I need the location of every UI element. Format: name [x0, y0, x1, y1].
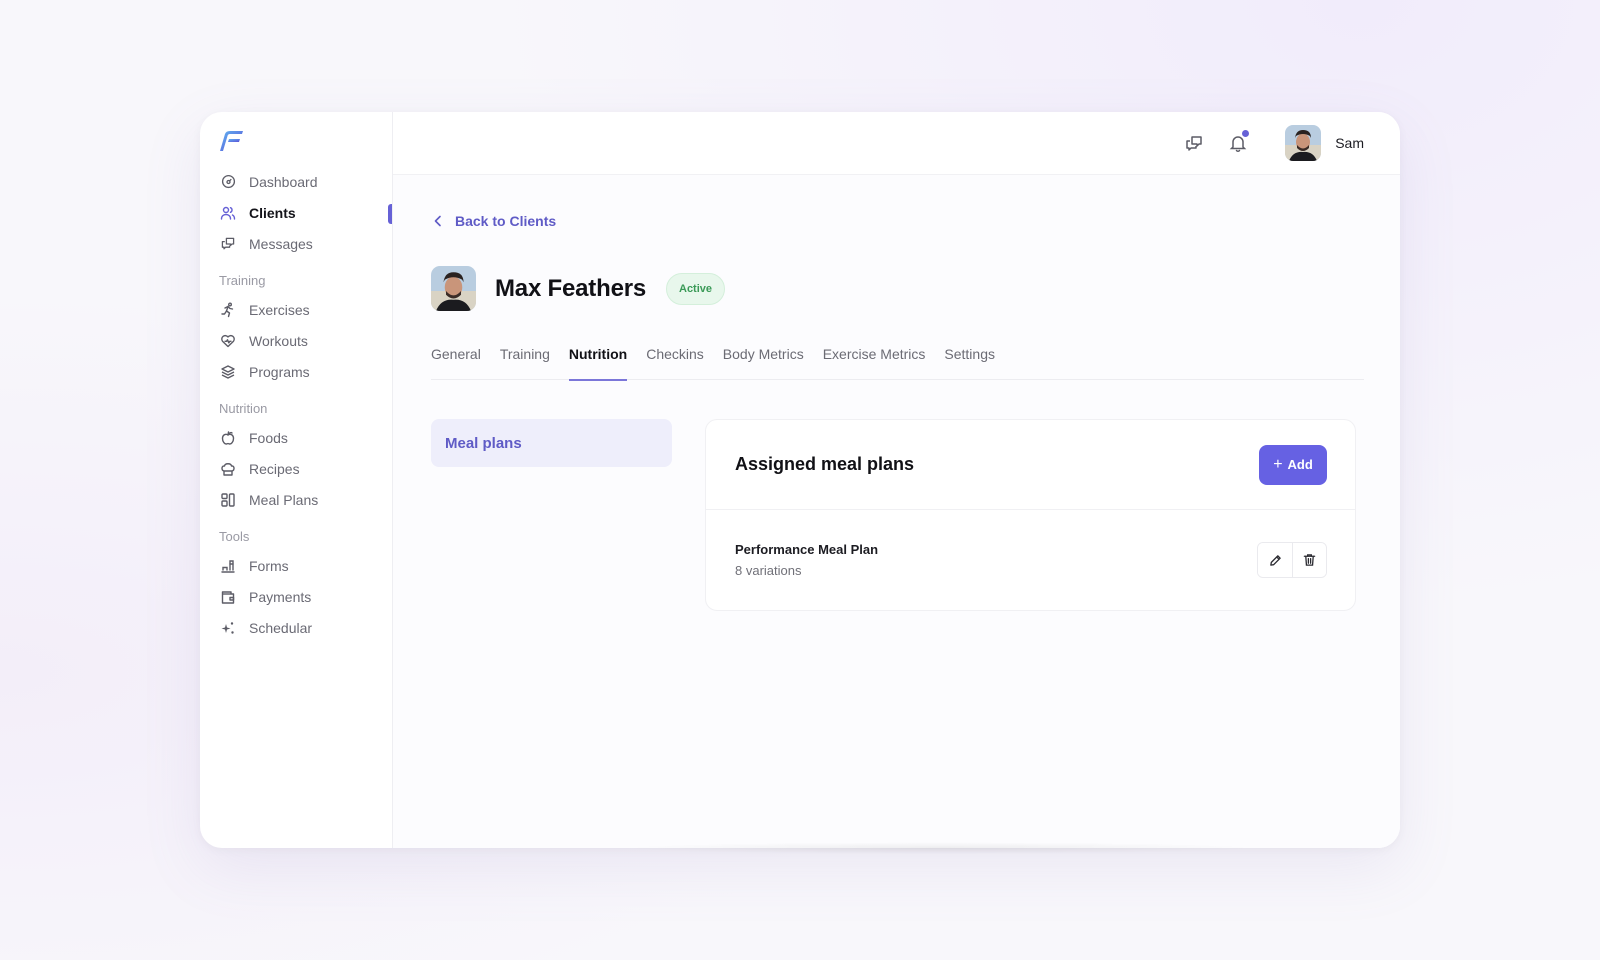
sidebar-item-workouts[interactable]: Workouts [200, 325, 392, 356]
window-shadow [620, 842, 1260, 854]
delete-button[interactable] [1292, 543, 1326, 577]
tab-exercise-metrics[interactable]: Exercise Metrics [823, 335, 926, 380]
sidebar-section-title: Training [219, 273, 266, 288]
tab-general[interactable]: General [431, 335, 481, 380]
back-to-clients-link[interactable]: Back to Clients [433, 213, 556, 229]
sidebar-section-title: Tools [219, 529, 250, 544]
apple-icon [220, 430, 236, 446]
sidebar-item-label: Programs [249, 363, 310, 380]
plus-icon: + [1273, 455, 1283, 473]
sidebar-item-exercises[interactable]: Exercises [200, 294, 392, 325]
sidebar-item-label: Dashboard [249, 173, 318, 190]
client-header: Max Feathers Active [431, 266, 726, 311]
sidebar-item-programs[interactable]: Programs [200, 356, 392, 387]
tab-checkins[interactable]: Checkins [646, 335, 704, 380]
sidebar: Dashboard Clients Messages Training Exercise… [200, 112, 393, 848]
sidebar-item-schedular[interactable]: Schedular [200, 612, 392, 643]
sidebar-item-label: Payments [249, 588, 312, 605]
sidebar-item-label: Forms [249, 557, 289, 574]
sidebar-item-label: Recipes [249, 460, 300, 477]
sidebar-item-payments[interactable]: Payments [200, 581, 392, 612]
sidebar-item-label: Meal Plans [249, 491, 319, 508]
sidebar-item-clients[interactable]: Clients [200, 197, 392, 228]
app-logo[interactable] [220, 130, 244, 152]
sidebar-item-dashboard[interactable]: Dashboard [200, 166, 392, 197]
layers-icon [220, 364, 236, 380]
nutrition-submenu: Meal plans [431, 419, 672, 467]
tab-body-metrics[interactable]: Body Metrics [723, 335, 804, 380]
pencil-icon [1269, 554, 1281, 566]
client-avatar [431, 266, 476, 311]
top-bar: Sam [393, 112, 1400, 175]
sidebar-item-foods[interactable]: Foods [200, 422, 392, 453]
running-icon [220, 302, 236, 318]
forms-icon [220, 558, 236, 574]
sidebar-item-recipes[interactable]: Recipes [200, 453, 392, 484]
edit-button[interactable] [1258, 543, 1292, 577]
app-window: Dashboard Clients Messages Training Exercise… [200, 112, 1400, 848]
add-meal-plan-button[interactable]: + Add [1259, 444, 1327, 485]
client-detail: Back to Clients Max Feathers Active Gene… [393, 175, 1400, 848]
sidebar-item-label: Exercises [249, 301, 310, 318]
sidebar-item-label: Foods [249, 429, 288, 446]
user-avatar[interactable] [1285, 125, 1322, 161]
sidebar-item-label: Clients [249, 204, 296, 221]
sidebar-nav: Dashboard Clients Messages Training Exercise… [200, 166, 392, 643]
wallet-icon [220, 589, 236, 605]
users-icon [220, 205, 236, 221]
row-actions [1257, 542, 1327, 578]
sidebar-item-messages[interactable]: Messages [200, 228, 392, 259]
meal-plan-row[interactable]: Performance Meal Plan 8 variations [706, 510, 1355, 610]
sidebar-section-title: Nutrition [219, 401, 268, 416]
submenu-item-meal-plans[interactable]: Meal plans [431, 419, 672, 467]
client-name: Max Feathers [495, 274, 646, 302]
meal-plan-info: Performance Meal Plan 8 variations [735, 542, 878, 578]
trash-icon [1303, 554, 1316, 566]
sidebar-item-meal-plans[interactable]: Meal Plans [200, 484, 392, 515]
sidebar-item-label: Workouts [249, 332, 308, 349]
assigned-meal-plans-card: Assigned meal plans + Add Performance Me… [705, 419, 1356, 611]
chat-icon [220, 236, 236, 252]
chevron-left-icon [433, 215, 443, 227]
sidebar-item-forms[interactable]: Forms [200, 550, 392, 581]
messages-icon[interactable] [1183, 132, 1205, 154]
heart-pulse-icon [220, 333, 236, 349]
meal-plan-name: Performance Meal Plan [735, 542, 879, 557]
chef-hat-icon [220, 461, 236, 477]
status-badge: Active [666, 272, 726, 305]
notifications-bell-icon[interactable] [1227, 130, 1250, 154]
client-tabs: General Training Nutrition Checkins Body Met… [431, 335, 1364, 381]
tab-settings[interactable]: Settings [944, 335, 995, 380]
meal-plan-variations: 8 variations [735, 563, 802, 578]
card-title: Assigned meal plans [735, 454, 915, 474]
sparkles-icon [220, 620, 236, 636]
tab-training[interactable]: Training [500, 335, 550, 380]
user-name[interactable]: Sam [1335, 135, 1364, 151]
main-area: Sam Back to Clients Max Feathers Active … [393, 112, 1400, 848]
sidebar-item-label: Messages [249, 235, 313, 252]
tab-nutrition[interactable]: Nutrition [568, 335, 628, 381]
back-label: Back to Clients [455, 213, 557, 229]
sidebar-item-label: Schedular [249, 619, 313, 636]
grid-icon [220, 492, 236, 508]
gauge-icon [220, 174, 236, 190]
active-indicator [388, 204, 392, 224]
card-header: Assigned meal plans + Add [706, 420, 1355, 510]
add-label: Add [1287, 457, 1313, 472]
